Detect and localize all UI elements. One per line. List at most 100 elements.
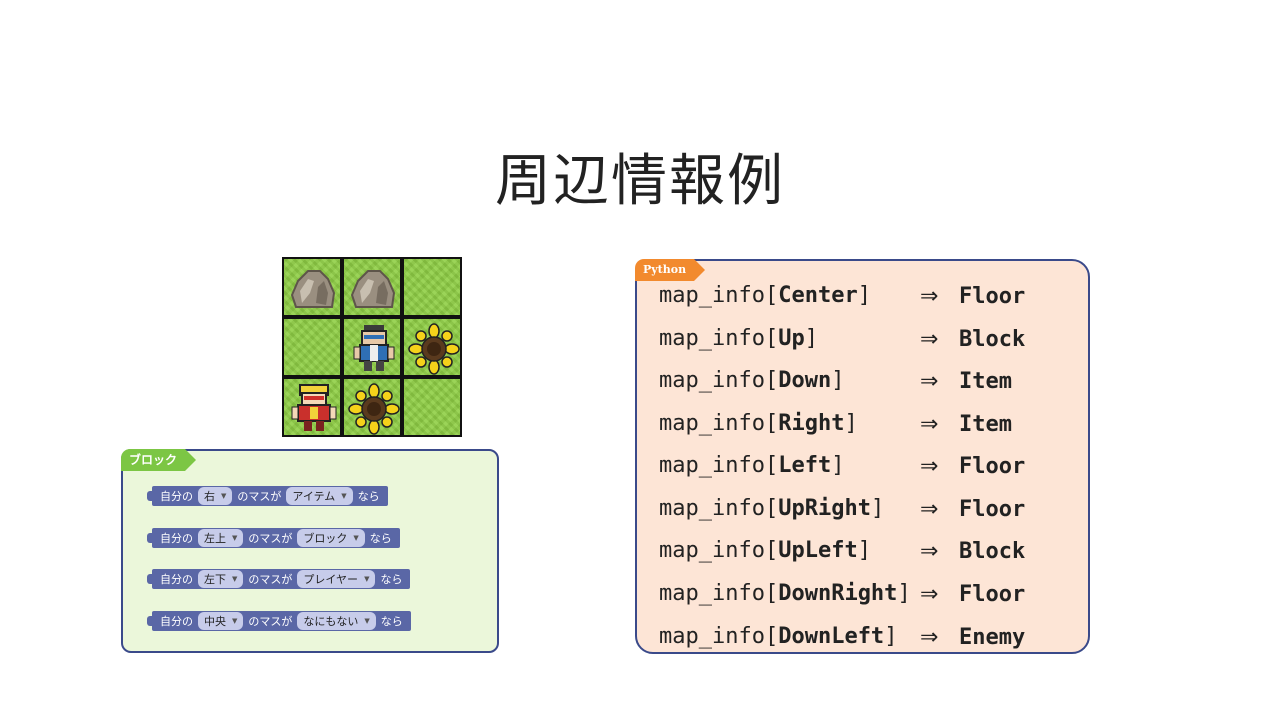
arrow-icon: ⇒	[920, 369, 939, 394]
block-condition-row[interactable]: 自分の 左下 ▼ のマスが プレイヤー ▼ なら	[146, 569, 411, 589]
code-suffix: ]	[831, 368, 845, 393]
arrow-icon: ⇒	[920, 454, 939, 479]
code-prefix: map_info[	[659, 538, 779, 563]
code-key: Left	[778, 453, 832, 478]
code-value: Floor	[959, 454, 1026, 479]
block-condition-row[interactable]: 自分の 左上 ▼ のマスが ブロック ▼ なら	[147, 528, 400, 548]
code-prefix: map_info[	[659, 453, 779, 478]
map-cell-up-left	[282, 257, 342, 317]
python-code-line: map_info[Center]	[659, 278, 871, 314]
arrow-icon: ⇒	[920, 412, 939, 437]
block-mid: のマスが	[248, 615, 293, 628]
python-code-line: map_info[Right]	[659, 406, 858, 442]
map-grid	[282, 257, 462, 437]
code-value: Floor	[959, 497, 1026, 522]
chevron-down-icon: ▼	[341, 492, 347, 500]
direction-dropdown[interactable]: 中央 ▼	[198, 612, 244, 630]
arrow-icon: ⇒	[920, 327, 939, 352]
code-key: Down	[778, 368, 832, 393]
code-value: Item	[959, 412, 1012, 437]
python-code-line: map_info[DownRight]	[659, 576, 911, 612]
code-key: Right	[778, 411, 845, 436]
direction-value: 左下	[204, 573, 226, 586]
code-value: Block	[959, 539, 1026, 564]
block-suffix: なら	[357, 490, 380, 503]
python-code-line: map_info[Up]	[659, 321, 818, 357]
code-key: UpRight	[778, 496, 871, 521]
direction-value: 左上	[204, 532, 226, 545]
chevron-down-icon: ▼	[232, 575, 238, 583]
python-code-line: map_info[DownLeft]	[659, 619, 897, 655]
kind-dropdown[interactable]: アイテム ▼	[286, 487, 353, 505]
direction-dropdown[interactable]: 左下 ▼	[198, 570, 244, 588]
map-cell-up-right	[402, 257, 462, 317]
python-code-line: map_info[UpLeft]	[659, 533, 871, 569]
direction-value: 中央	[204, 615, 226, 628]
code-value: Block	[959, 327, 1026, 352]
code-prefix: map_info[	[659, 283, 779, 308]
map-cell-down-left	[282, 377, 342, 437]
code-key: UpLeft	[778, 538, 858, 563]
sunflower-icon	[348, 383, 400, 435]
kind-value: ブロック	[303, 532, 348, 545]
direction-dropdown[interactable]: 左上 ▼	[198, 529, 244, 547]
arrow-icon: ⇒	[920, 539, 939, 564]
chevron-down-icon: ▼	[232, 617, 238, 625]
kind-dropdown[interactable]: ブロック ▼	[297, 529, 365, 547]
map-cell-down	[342, 377, 402, 437]
kind-dropdown[interactable]: なにもない ▼	[297, 612, 376, 630]
block-mid: のマスが	[248, 532, 293, 545]
code-suffix: ]	[844, 411, 858, 436]
kind-value: プレイヤー	[303, 573, 359, 586]
code-prefix: map_info[	[659, 496, 779, 521]
code-value: Enemy	[959, 625, 1026, 650]
block-suffix: なら	[380, 573, 403, 586]
arrow-icon: ⇒	[920, 284, 939, 309]
code-key: DownLeft	[778, 624, 885, 649]
chevron-down-icon: ▼	[364, 617, 370, 625]
code-suffix: ]	[857, 283, 871, 308]
block-suffix: なら	[369, 532, 392, 545]
arrow-icon: ⇒	[920, 625, 939, 650]
block-condition-row[interactable]: 自分の 右 ▼ のマスが アイテム ▼ なら	[147, 486, 388, 506]
code-suffix: ]	[831, 453, 845, 478]
kind-dropdown[interactable]: プレイヤー ▼	[297, 570, 376, 588]
code-suffix: ]	[804, 326, 818, 351]
block-suffix: なら	[380, 615, 403, 628]
direction-value: 右	[204, 490, 215, 503]
map-cell-center	[342, 317, 402, 377]
code-value: Item	[959, 369, 1012, 394]
map-cell-left	[282, 317, 342, 377]
block-mid: のマスが	[237, 490, 282, 503]
chevron-down-icon: ▼	[232, 534, 238, 542]
block-prefix: 自分の	[160, 615, 193, 628]
code-key: Up	[778, 326, 805, 351]
rock-icon	[290, 270, 336, 308]
code-prefix: map_info[	[659, 411, 779, 436]
arrow-icon: ⇒	[920, 582, 939, 607]
python-code-line: map_info[Left]	[659, 448, 844, 484]
code-suffix: ]	[884, 624, 898, 649]
map-cell-right	[402, 317, 462, 377]
block-prefix: 自分の	[160, 573, 193, 586]
code-prefix: map_info[	[659, 368, 779, 393]
code-key: DownRight	[778, 581, 898, 606]
block-mid: のマスが	[248, 573, 293, 586]
block-prefix: 自分の	[160, 490, 193, 503]
code-suffix: ]	[857, 538, 871, 563]
code-suffix: ]	[870, 496, 885, 521]
block-condition-row[interactable]: 自分の 中央 ▼ のマスが なにもない ▼ なら	[147, 611, 411, 631]
enemy-icon	[291, 384, 337, 431]
map-cell-up	[342, 257, 402, 317]
python-code-line: map_info[Down]	[659, 363, 844, 399]
block-tag: ブロック	[121, 449, 197, 471]
code-key: Center	[778, 283, 858, 308]
chevron-down-icon: ▼	[364, 575, 370, 583]
direction-dropdown[interactable]: 右 ▼	[198, 487, 233, 505]
player-icon	[353, 325, 395, 371]
python-code-line: map_info[UpRight]	[659, 491, 884, 527]
code-prefix: map_info[	[659, 326, 779, 351]
arrow-icon: ⇒	[920, 497, 939, 522]
code-prefix: map_info[	[659, 624, 779, 649]
code-value: Floor	[959, 582, 1026, 607]
